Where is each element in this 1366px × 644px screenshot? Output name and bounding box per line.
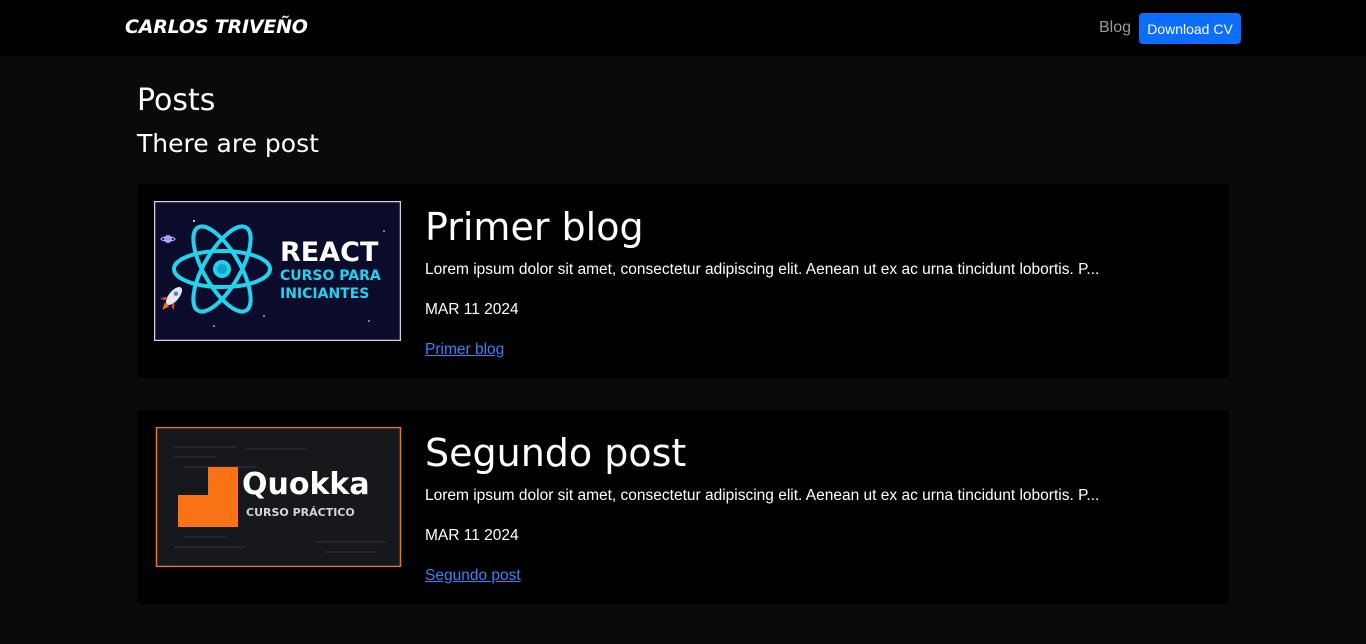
react-course-image: REACT CURSO PARA INICIANTES xyxy=(154,201,401,341)
thumb-react-line2: CURSO PARA xyxy=(280,268,381,284)
post-excerpt: Lorem ipsum dolor sit amet, consectetur … xyxy=(425,261,1100,278)
page-subtitle: There are post xyxy=(137,129,319,158)
post-thumbnail-quokka: Quokka CURSO PRÁCTICO xyxy=(155,427,402,567)
post-excerpt: Lorem ipsum dolor sit amet, consectetur … xyxy=(425,487,1100,504)
post-link[interactable]: Primer blog xyxy=(425,340,504,360)
post-card: Quokka CURSO PRÁCTICO Segundo post Lorem… xyxy=(137,410,1229,604)
post-date: MAR 11 2024 xyxy=(425,301,519,318)
post-link[interactable]: Segundo post xyxy=(425,566,521,586)
thumb-react-title: REACT xyxy=(280,237,379,268)
post-thumbnail-react: REACT CURSO PARA INICIANTES xyxy=(154,201,401,341)
navbar: CARLOS TRIVEÑO Blog Download CV xyxy=(0,0,1366,56)
brand-logo[interactable]: CARLOS TRIVEÑO xyxy=(125,16,308,38)
thumb-quokka-title: Quokka xyxy=(242,467,370,502)
page-title: Posts xyxy=(137,83,216,118)
nav-blog-link[interactable]: Blog xyxy=(1099,19,1131,37)
download-cv-button[interactable]: Download CV xyxy=(1139,13,1241,44)
thumb-quokka-subtitle: CURSO PRÁCTICO xyxy=(246,506,355,519)
quokka-course-image: Quokka CURSO PRÁCTICO xyxy=(155,427,402,567)
post-date: MAR 11 2024 xyxy=(425,527,519,544)
post-title: Primer blog xyxy=(425,205,644,249)
post-card: REACT CURSO PARA INICIANTES Primer blog … xyxy=(137,184,1229,378)
thumb-react-line3: INICIANTES xyxy=(280,286,369,302)
post-title: Segundo post xyxy=(425,431,687,475)
